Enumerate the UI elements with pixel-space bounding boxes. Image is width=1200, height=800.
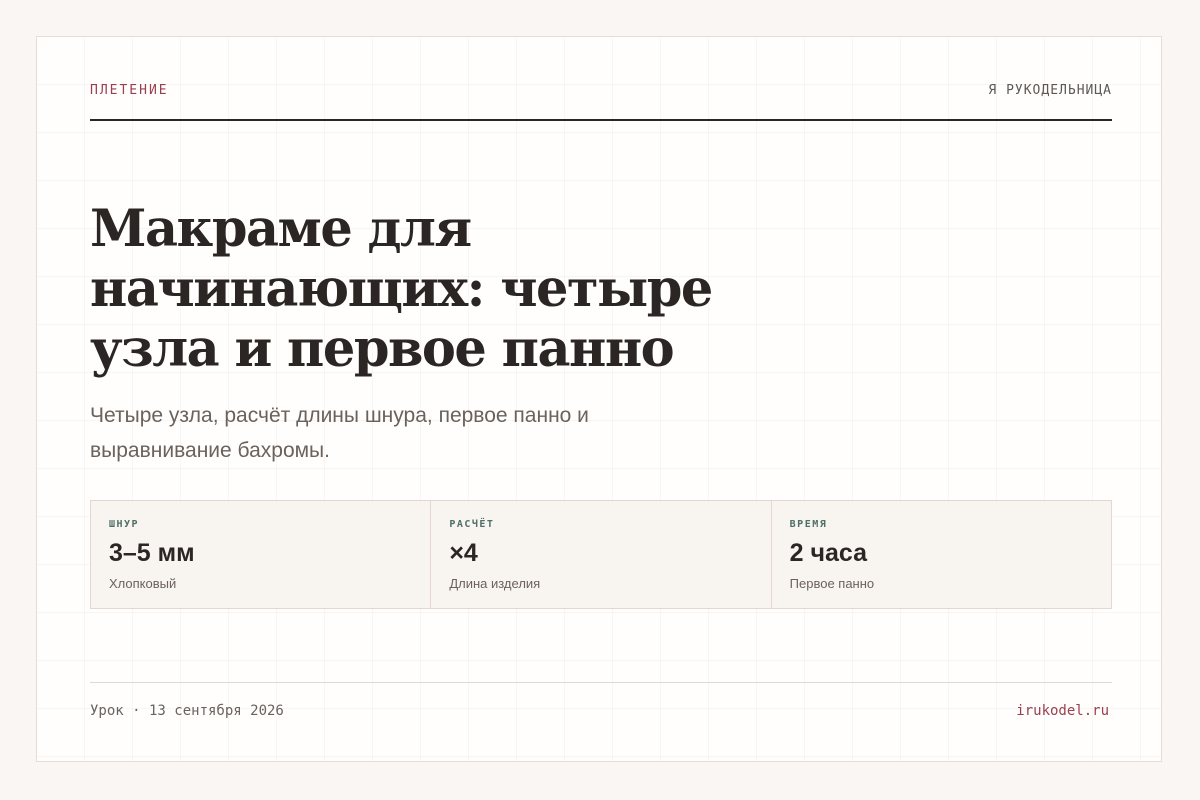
stat-value: ×4: [449, 539, 478, 567]
article-card: ПЛЕТЕНИЕ Я РУКОДЕЛЬНИЦА Макраме для начи…: [36, 36, 1162, 762]
card-header: ПЛЕТЕНИЕ Я РУКОДЕЛЬНИЦА: [90, 82, 1112, 121]
lesson-date: Урок · 13 сентября 2026: [90, 703, 284, 719]
article-title: Макраме для начинающих: четыре узла и пе…: [90, 199, 713, 379]
stat-value: 2 часа: [789, 539, 868, 567]
stats-panel: ШНУР 3–5 мм Хлопковый РАСЧЁТ ×4 Длина из…: [90, 500, 1112, 609]
stat-label: ШНУР: [109, 519, 140, 530]
stat-label: ВРЕМЯ: [789, 519, 828, 530]
stat-note: Первое панно: [789, 576, 875, 591]
footer-divider: [90, 682, 1112, 683]
stat-calculation: РАСЧЁТ ×4 Длина изделия: [431, 501, 772, 608]
stat-label: РАСЧЁТ: [449, 519, 495, 530]
stat-cord: ШНУР 3–5 мм Хлопковый: [91, 501, 432, 608]
category-kicker[interactable]: ПЛЕТЕНИЕ: [90, 82, 169, 100]
article-lede: Четыре узла, расчёт длины шнура, первое …: [90, 404, 589, 462]
site-link[interactable]: irukodel.ru: [1016, 702, 1109, 720]
brand-name[interactable]: Я РУКОДЕЛЬНИЦА: [988, 82, 1112, 100]
stat-note: Хлопковый: [109, 576, 177, 591]
stat-time: ВРЕМЯ 2 часа Первое панно: [772, 501, 1111, 608]
stat-value: 3–5 мм: [109, 539, 195, 567]
stat-note: Длина изделия: [449, 576, 541, 591]
